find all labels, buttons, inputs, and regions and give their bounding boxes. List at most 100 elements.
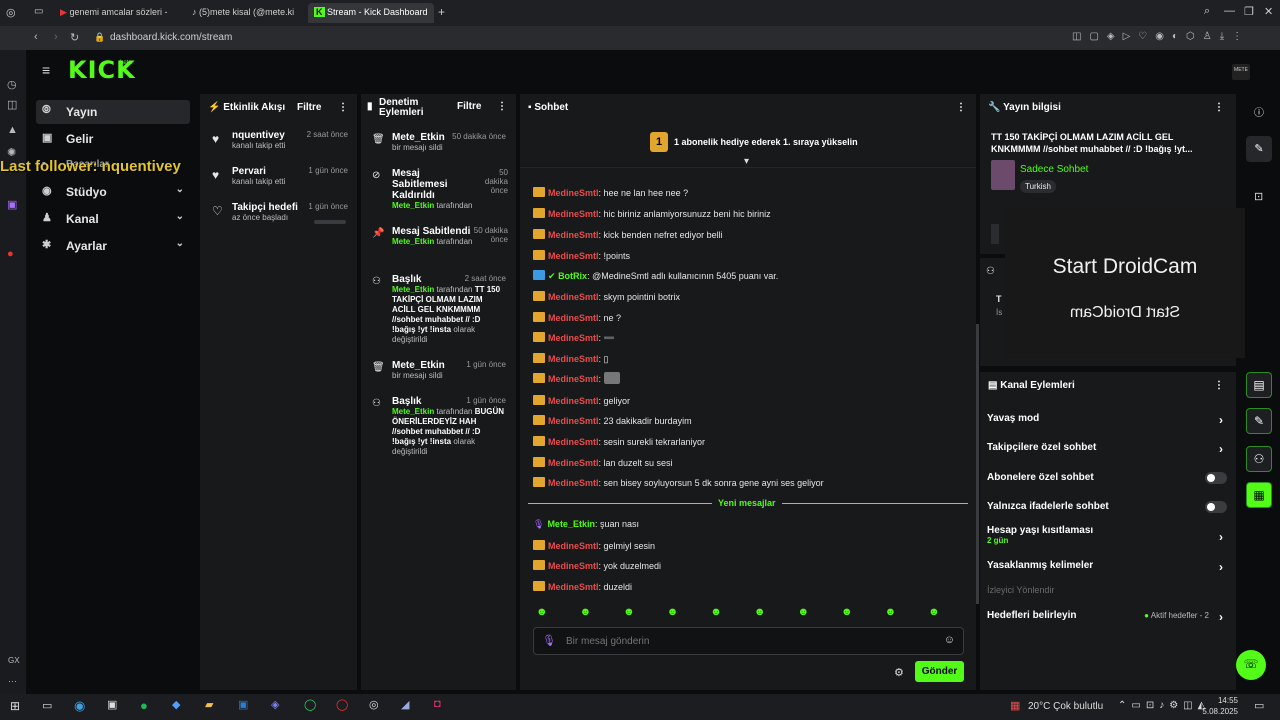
help-chat-icon[interactable]: ☏ (1236, 650, 1266, 680)
clip-icon[interactable]: ▦ (1246, 482, 1272, 508)
tab-actions-icon[interactable]: ▭ (34, 6, 43, 17)
sidebar-item-kanal[interactable]: ♟ Kanal ⌄ (36, 207, 190, 231)
emote-quick-bar[interactable]: ☻☻☻☻☻☻☻☻☻☻ (536, 606, 962, 620)
more-icon[interactable]: ⋮ (497, 102, 507, 112)
edge-icon[interactable]: ◉ (74, 698, 85, 714)
obs-icon[interactable]: ◎ (369, 698, 379, 711)
chat-user[interactable]: Mete_Etkin (547, 519, 595, 529)
chat-user[interactable]: MedineSmtl (548, 541, 599, 551)
emotes-only-toggle[interactable] (1205, 501, 1227, 513)
chat-settings-gear-icon[interactable]: ⚙ (894, 666, 904, 679)
copilot-icon[interactable]: ◆ (172, 698, 180, 711)
chat-user[interactable]: MedineSmtl (548, 313, 599, 323)
chat-user[interactable]: MedineSmtl (548, 561, 599, 571)
browser-menu-icon[interactable]: ◎ (6, 6, 16, 19)
layout-icon[interactable]: ▤ (1246, 372, 1272, 398)
bag-icon[interactable]: ◫ (7, 98, 17, 111)
history-icon[interactable]: ◷ (7, 78, 17, 91)
tab-youtube[interactable]: ▶ genemi amcalar sözleri - (54, 3, 184, 23)
stream-category[interactable]: Sadece Sohbet (1020, 164, 1088, 175)
chat-user[interactable]: MedineSmtl (548, 478, 599, 488)
emoji-icon[interactable]: ☺ (944, 634, 955, 646)
folder-icon[interactable]: ▰ (205, 698, 213, 711)
more-icon[interactable]: ⋮ (956, 102, 966, 113)
triangle-icon[interactable]: ▲ (7, 124, 18, 136)
moderation-filter-button[interactable]: Filtre (457, 102, 481, 112)
tray-icons[interactable]: ⌃▭⊡♪⚙◫◭ (1118, 700, 1210, 711)
whatsapp-icon[interactable]: ◯ (304, 698, 316, 711)
more-icon[interactable]: ⋮ (338, 102, 348, 113)
restore-icon[interactable]: ❐ (1244, 5, 1254, 18)
youtube-icon[interactable]: ● (7, 248, 14, 260)
new-tab-icon[interactable]: + (438, 5, 445, 19)
slow-mode-row[interactable]: Yavaş mod › (987, 413, 1227, 427)
screen-icon[interactable]: ⊡ (1254, 190, 1263, 203)
sidebar-item-yayin[interactable]: ⦾ Yayın (36, 100, 190, 124)
sidebar-item-ayarlar[interactable]: ✱ Ayarlar ⌄ (36, 234, 190, 258)
edit-button[interactable] (991, 224, 999, 244)
chat-scrollbar[interactable] (976, 324, 979, 604)
chat-user[interactable]: MedineSmtl (548, 230, 599, 240)
more-icon[interactable]: ⋮ (1214, 380, 1224, 391)
windows-start-icon[interactable]: ⊞ (10, 699, 20, 713)
chat-user[interactable]: MedineSmtl (548, 458, 599, 468)
chat-user[interactable]: MedineSmtl (548, 396, 599, 406)
chat-user[interactable]: MedineSmtl (548, 416, 599, 426)
chat-user[interactable]: MedineSmtl (548, 209, 599, 219)
clock-date[interactable]: 5.08.2025 (1202, 707, 1238, 716)
chat-user[interactable]: MedineSmtl (548, 333, 599, 343)
gift-banner[interactable]: 1 1 abonelik hediye ederek 1. sıraya yük… (520, 122, 976, 168)
info-icon[interactable]: ⓘ (1254, 104, 1264, 119)
sidebar-item-gelir[interactable]: ▣ Gelir (36, 127, 190, 151)
banned-words-row[interactable]: Yasaklanmış kelimeler › (987, 560, 1227, 574)
notification-icon[interactable]: ▭ (1254, 699, 1264, 712)
teams-icon[interactable]: ◈ (271, 698, 279, 711)
category-thumbnail[interactable] (991, 160, 1015, 190)
spotify-icon[interactable]: ● (140, 698, 148, 713)
send-button[interactable]: Gönder (915, 661, 964, 682)
chat-user[interactable]: MedineSmtl (548, 188, 599, 198)
chat-user[interactable]: MedineSmtl (548, 292, 599, 302)
chat-user[interactable]: MedineSmtl (548, 251, 599, 261)
chat-input[interactable] (566, 633, 926, 649)
chat-user[interactable]: MedineSmtl (548, 582, 599, 592)
search-icon[interactable]: ⌕ (1204, 5, 1210, 18)
minimize-icon[interactable]: — (1224, 5, 1235, 17)
app-icon[interactable]: ◢ (401, 698, 409, 711)
hamburger-icon[interactable]: ≡ (42, 62, 50, 78)
sidebar-item-studyo[interactable]: ◉ Stüdyo ⌄ (36, 180, 190, 204)
forward-icon[interactable]: › (54, 31, 58, 43)
clock-time[interactable]: 14:55 (1208, 696, 1238, 705)
chat-user[interactable]: MedineSmtl (548, 437, 599, 447)
back-icon[interactable]: ‹ (34, 31, 38, 43)
tab-kick-dashboard[interactable]: K Stream - Kick Dashboard (308, 3, 434, 23)
activity-filter-button[interactable]: Filtre (297, 102, 321, 113)
close-icon[interactable]: ✕ (1264, 5, 1273, 18)
extension-icons[interactable]: ◫▢◈▷♡◉◐⬡♙⤓⋮ (1072, 31, 1250, 42)
instagram-icon[interactable]: ◘ (434, 698, 441, 710)
tools-icon[interactable]: ✎ (1246, 408, 1272, 434)
opera-icon[interactable]: ◯ (336, 698, 348, 711)
edit-pencil-icon[interactable]: ✎ (1246, 136, 1272, 162)
chat-input-box[interactable]: 🎙 ☺ (533, 627, 964, 655)
twitch-icon[interactable]: ▣ (7, 198, 17, 211)
collapse-icon[interactable]: ▾ (744, 156, 749, 167)
reload-icon[interactable]: ↻ (70, 31, 79, 44)
weather-text[interactable]: 20°C Çok bulutlu (1028, 701, 1103, 712)
store-icon[interactable]: ▣ (107, 698, 117, 711)
gx-icon[interactable]: GX (8, 656, 20, 665)
task-view-icon[interactable]: ▭ (42, 699, 52, 712)
more-icon[interactable]: ··· (8, 676, 17, 686)
chat-user[interactable]: MedineSmtl (548, 354, 599, 364)
account-age-row[interactable]: Hesap yaşı kısıtlaması 2 gün › (987, 525, 1227, 545)
tab-tiktok[interactable]: ♪ (5)mete kisal (@mete.ki (186, 3, 304, 23)
followers-only-row[interactable]: Takipçilere özel sohbet › (987, 442, 1227, 456)
chat-user[interactable]: BotRix (558, 271, 587, 281)
more-icon[interactable]: ⋮ (1214, 102, 1224, 113)
share-icon[interactable]: ⚇ (1246, 446, 1272, 472)
outlook-icon[interactable]: ▣ (238, 698, 248, 711)
set-goals-row[interactable]: Hedefleri belirleyin ● Aktif hedefler - 2… (987, 610, 1227, 624)
url-field[interactable]: dashboard.kick.com/stream (110, 32, 232, 43)
avatar[interactable]: METE (1232, 64, 1250, 80)
chat-user[interactable]: MedineSmtl (548, 374, 599, 384)
